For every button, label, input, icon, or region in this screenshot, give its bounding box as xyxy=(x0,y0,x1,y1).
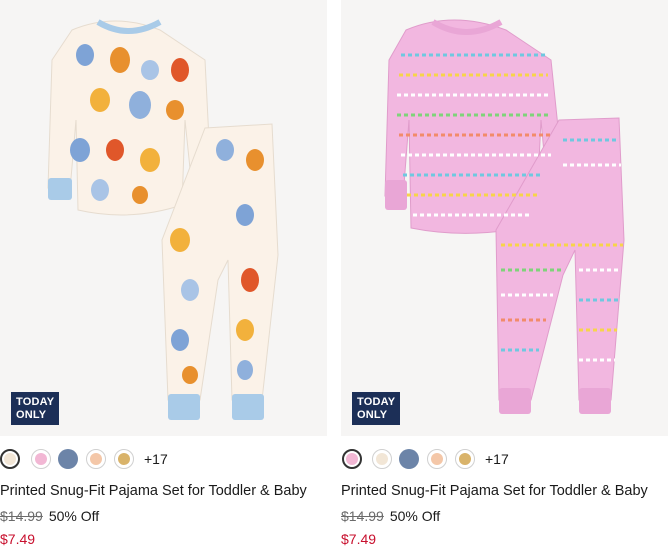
navy-swatch[interactable] xyxy=(58,449,78,469)
badge-line-2: ONLY xyxy=(16,409,47,421)
tan-print-swatch[interactable] xyxy=(114,449,134,469)
color-swatches: +17 xyxy=(0,449,327,471)
navy-swatch[interactable] xyxy=(399,449,419,469)
price-row: $14.99 50% Off xyxy=(0,508,99,524)
product-name-link[interactable]: Printed Snug-Fit Pajama Set for Toddler … xyxy=(0,483,307,499)
pink-print-swatch[interactable] xyxy=(31,449,51,469)
more-colors-link[interactable]: +17 xyxy=(485,451,509,467)
today-only-badge: TODAY ONLY xyxy=(352,392,400,425)
color-swatches: +17 xyxy=(341,449,668,471)
discount-label: 50% Off xyxy=(48,508,100,524)
badge-line-1: TODAY xyxy=(16,396,55,408)
product-image-pink-pajamas[interactable]: TODAY ONLY xyxy=(341,0,668,436)
discount-label: 50% Off xyxy=(389,508,441,524)
sale-price: $7.49 xyxy=(341,531,377,547)
original-price: $14.99 xyxy=(0,508,43,524)
product-card-1[interactable]: TODAY ONLY +17 Printed Snug-Fit Pajama S… xyxy=(0,0,327,547)
original-price: $14.99 xyxy=(341,508,384,524)
peach-print-swatch[interactable] xyxy=(86,449,106,469)
price-row: $14.99 50% Off xyxy=(341,508,440,524)
pink-print-swatch[interactable] xyxy=(342,449,362,469)
tan-print-swatch[interactable] xyxy=(455,449,475,469)
sale-price: $7.49 xyxy=(0,531,36,547)
product-image-monster-pajamas[interactable]: TODAY ONLY xyxy=(0,0,327,436)
badge-line-2: ONLY xyxy=(357,409,388,421)
monster-print-swatch[interactable] xyxy=(0,449,20,469)
pajama-illustration-pink xyxy=(384,19,625,414)
more-colors-link[interactable]: +17 xyxy=(144,451,168,467)
peach-print-swatch[interactable] xyxy=(427,449,447,469)
monster-print-swatch[interactable] xyxy=(372,449,392,469)
product-card-2[interactable]: TODAY ONLY +17 Printed Snug-Fit Pajama S… xyxy=(341,0,668,547)
today-only-badge: TODAY ONLY xyxy=(11,392,59,425)
pajama-illustration-monster xyxy=(47,19,279,420)
product-name-link[interactable]: Printed Snug-Fit Pajama Set for Toddler … xyxy=(341,483,648,499)
badge-line-1: TODAY xyxy=(357,396,396,408)
